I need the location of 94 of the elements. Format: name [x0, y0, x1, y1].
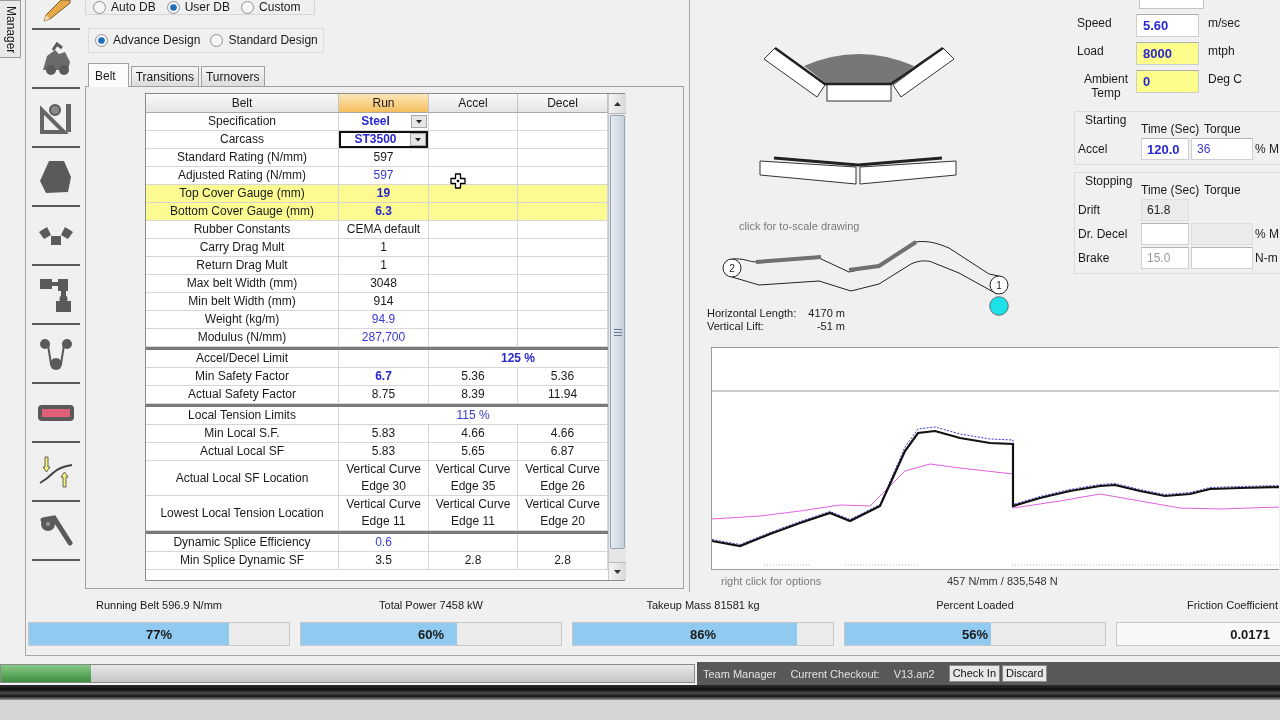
- dropdown[interactable]: ST3500: [339, 131, 428, 148]
- dropdown[interactable]: Steel: [339, 113, 428, 130]
- caret-icon[interactable]: [410, 133, 426, 146]
- radio-icon[interactable]: [95, 34, 108, 47]
- radio-icon[interactable]: [241, 0, 255, 14]
- radio-option[interactable]: Auto DB: [93, 0, 156, 14]
- measurement-value: 4170 m: [808, 307, 845, 320]
- chart-hint: right click for options: [721, 575, 822, 587]
- up-arrow-icon[interactable]: [614, 101, 621, 106]
- tab[interactable]: Transitions: [130, 66, 199, 86]
- status-label: Running Belt 596.9 N/mm: [96, 599, 222, 612]
- unit-label: mtph: [1208, 43, 1235, 58]
- column-heading: Time (Sec): [1141, 184, 1200, 197]
- rollers-icon[interactable]: [38, 225, 74, 246]
- status-label: Friction Coefficient: [1187, 599, 1278, 612]
- status-label: Takeup Mass 81581 kg: [646, 599, 760, 612]
- radio-icon[interactable]: [210, 34, 224, 47]
- blocks-icon[interactable]: [39, 277, 73, 312]
- pulley-node[interactable]: 2: [722, 258, 742, 278]
- input-field[interactable]: 5.60: [1136, 14, 1199, 37]
- status-button[interactable]: Check In: [948, 665, 1001, 682]
- table-cell: Min Splice Dynamic SF: [146, 552, 339, 570]
- scrollbar[interactable]: [608, 94, 626, 580]
- field-label: Speed: [1077, 16, 1112, 30]
- tab[interactable]: Turnovers: [200, 66, 265, 86]
- field-label: Dr. Decel: [1078, 227, 1128, 241]
- column-header[interactable]: Accel: [429, 94, 518, 113]
- status-button[interactable]: Discard: [1002, 665, 1048, 682]
- radio-option[interactable]: Advance Design: [95, 34, 201, 47]
- group-title: Starting: [1085, 114, 1127, 127]
- column-heading: Time (Sec): [1141, 123, 1200, 136]
- column-header[interactable]: Decel: [518, 94, 608, 113]
- percent-label: 60%: [418, 626, 444, 642]
- radio-icon[interactable]: [93, 0, 106, 14]
- column-heading: Torque: [1204, 184, 1241, 197]
- input-field[interactable]: [1191, 247, 1253, 269]
- down-arrow-icon[interactable]: [614, 569, 621, 574]
- table-cell: 3.5: [339, 552, 429, 570]
- field-label: Accel: [1078, 142, 1108, 156]
- measurement-value: -51 m: [816, 320, 845, 333]
- radio-option[interactable]: User DB: [166, 0, 231, 14]
- scroll-up-button[interactable]: [609, 94, 626, 114]
- input-field[interactable]: [1139, 0, 1204, 9]
- unit-label: N-m: [1255, 251, 1278, 265]
- pulley-node[interactable]: 1: [989, 275, 1009, 295]
- status-label: Percent Loaded: [936, 599, 1014, 612]
- status-text: Current Checkout:: [790, 667, 880, 680]
- field-label: Drift: [1078, 203, 1100, 217]
- field-label: Brake: [1078, 251, 1110, 265]
- field-label: Ambient Temp: [1083, 72, 1129, 100]
- chart-readout: 457 N/mm / 835,548 N: [947, 575, 1058, 588]
- radio-option[interactable]: Standard Design: [210, 34, 318, 47]
- unit-label: m/sec: [1208, 15, 1240, 30]
- status-text: V13.an2: [893, 667, 935, 680]
- value-field: 0.0171: [1116, 622, 1280, 646]
- percent-label: 56%: [962, 626, 988, 642]
- scrollbar-thumb[interactable]: [610, 115, 625, 549]
- tab[interactable]: Belt: [88, 63, 129, 87]
- side-tab[interactable]: Manager: [0, 0, 21, 58]
- polygon-icon[interactable]: [39, 159, 73, 194]
- pulleys-icon[interactable]: [39, 336, 73, 371]
- input-field[interactable]: 36: [1191, 138, 1253, 160]
- input-field[interactable]: [1141, 223, 1189, 245]
- status-text: Team Manager: [703, 667, 777, 680]
- input-field[interactable]: 120.0: [1141, 138, 1189, 160]
- grip-icon: [613, 328, 622, 336]
- status-label: Total Power 7458 kW: [379, 599, 483, 612]
- unit-label: % M: [1255, 142, 1279, 156]
- slope-arrows-icon[interactable]: [39, 454, 73, 489]
- arm-icon[interactable]: [39, 514, 73, 547]
- input-field[interactable]: 8000: [1136, 42, 1199, 65]
- unit-label: % M: [1255, 227, 1279, 241]
- unit-label: Deg C: [1208, 71, 1242, 86]
- input-field[interactable]: 0: [1136, 70, 1199, 93]
- scroll-down-button[interactable]: [609, 562, 626, 580]
- pencil-icon[interactable]: [41, 0, 71, 22]
- input-field[interactable]: 61.8: [1141, 199, 1189, 221]
- field-label: Load: [1077, 44, 1104, 58]
- group-title: Stopping: [1085, 175, 1133, 188]
- percent-label: 86%: [690, 626, 716, 642]
- measurement-label: Horizontal Length:: [707, 307, 797, 320]
- roller-icon[interactable]: [38, 402, 74, 423]
- radio-icon[interactable]: [166, 0, 180, 14]
- column-header[interactable]: Belt: [146, 94, 339, 113]
- caret-icon[interactable]: [411, 115, 427, 128]
- belt-profile-drawing[interactable]: 2 1: [719, 236, 1011, 296]
- radio-option[interactable]: Custom: [241, 0, 301, 14]
- drawing-hint[interactable]: click for to-scale drawing: [739, 220, 860, 233]
- measurement-label: Vertical Lift:: [707, 320, 764, 333]
- column-header[interactable]: Run: [339, 94, 429, 113]
- marker-icon[interactable]: [989, 296, 1009, 316]
- percent-label: 77%: [146, 626, 172, 642]
- column-heading: Torque: [1204, 123, 1241, 136]
- table-cell: 2.8: [429, 552, 518, 570]
